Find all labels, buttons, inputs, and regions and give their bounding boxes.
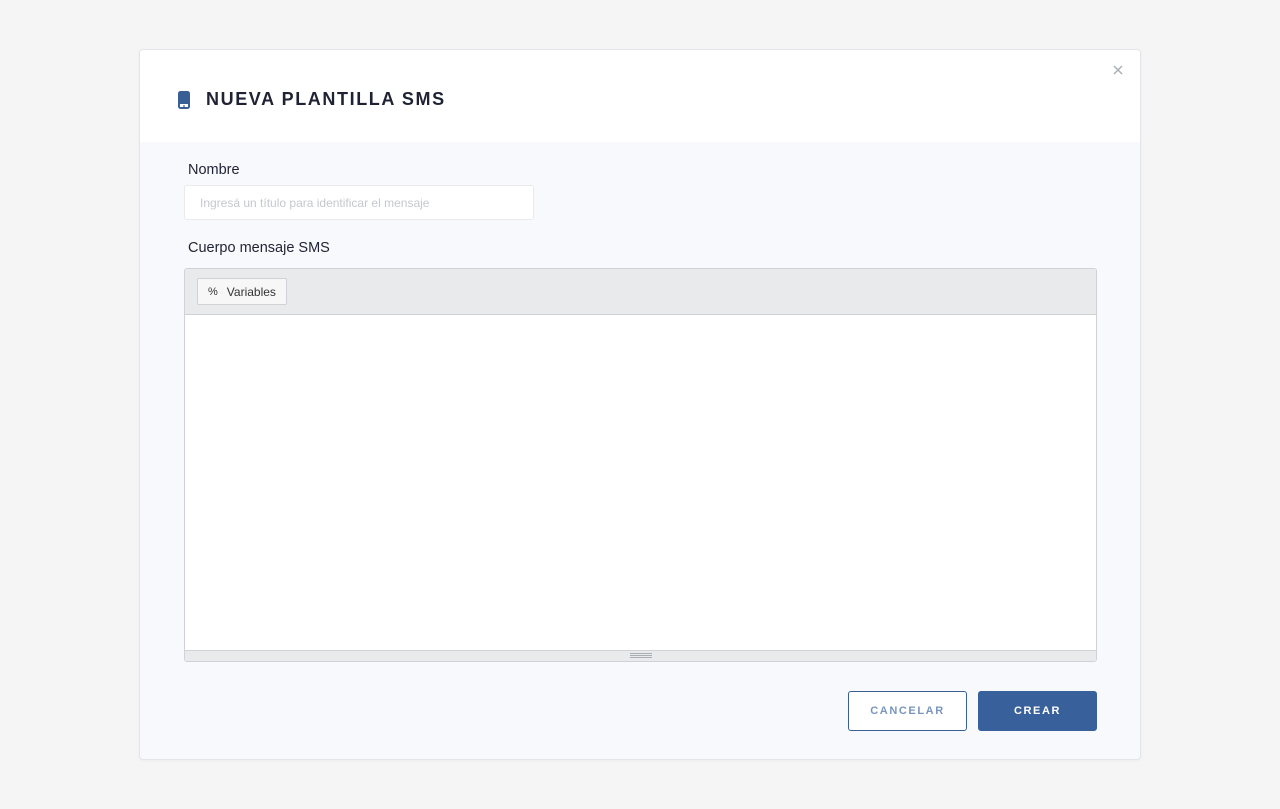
- percent-icon: %: [208, 285, 218, 298]
- new-sms-template-modal: NUEVA PLANTILLA SMS Nombre Cuerpo mensaj…: [139, 49, 1141, 760]
- sms-body-label: Cuerpo mensaje SMS: [188, 240, 330, 256]
- sms-body-editor: % Variables: [184, 268, 1097, 662]
- modal-header: NUEVA PLANTILLA SMS: [140, 50, 1140, 142]
- modal-title-group: NUEVA PLANTILLA SMS: [178, 89, 446, 110]
- name-input[interactable]: [184, 185, 534, 220]
- name-label: Nombre: [188, 162, 240, 178]
- editor-toolbar: % Variables: [185, 269, 1096, 315]
- variables-button[interactable]: % Variables: [197, 278, 287, 305]
- create-button[interactable]: CREAR: [978, 691, 1097, 731]
- resize-handle[interactable]: [630, 653, 652, 659]
- sms-body-textarea[interactable]: [185, 315, 1096, 651]
- modal-title: NUEVA PLANTILLA SMS: [206, 89, 446, 109]
- variables-button-label: Variables: [226, 284, 276, 299]
- mobile-phone-icon: [178, 90, 190, 109]
- close-button[interactable]: [1110, 62, 1126, 78]
- close-icon[interactable]: [1110, 65, 1126, 82]
- editor-statusbar: [185, 650, 1096, 661]
- cancel-button[interactable]: CANCELAR: [848, 691, 967, 731]
